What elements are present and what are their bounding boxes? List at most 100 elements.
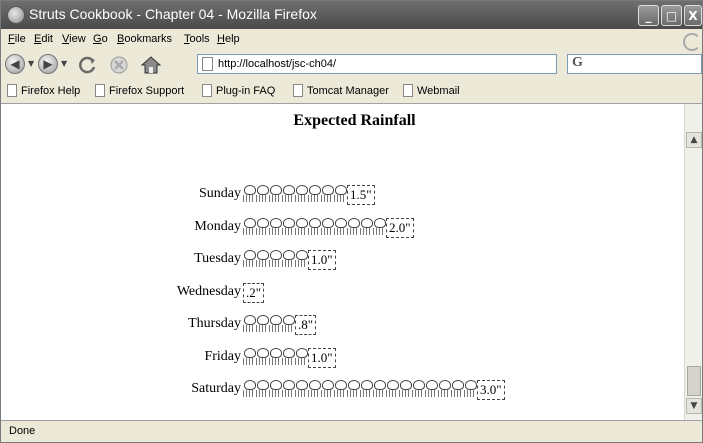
raindrop-icon xyxy=(269,184,282,204)
search-engine-icon[interactable]: G xyxy=(572,55,583,71)
navigation-toolbar: ◀ ▼ ▶ ▼ ▼ G xyxy=(1,51,702,80)
scroll-down-icon[interactable]: ▼ xyxy=(686,398,702,414)
raindrop-icon xyxy=(243,184,256,204)
raindrop-icon xyxy=(295,379,308,399)
rainfall-row: Thursday .8" xyxy=(1,314,601,336)
raindrop-icon xyxy=(373,379,386,399)
raindrop-icon xyxy=(464,379,477,399)
scroll-thumb[interactable] xyxy=(687,366,701,396)
bookmark-page-icon xyxy=(293,84,303,97)
maximize-button[interactable]: □ xyxy=(661,5,682,26)
home-icon[interactable] xyxy=(139,54,163,76)
url-input[interactable] xyxy=(218,56,528,72)
raindrop-icon xyxy=(269,347,282,367)
raindrop-icon xyxy=(282,314,295,334)
raindrop-icon xyxy=(308,379,321,399)
rainfall-row: Tuesday 1.0" xyxy=(1,249,601,271)
search-box[interactable]: G xyxy=(567,54,702,74)
raindrop-icon xyxy=(256,249,269,269)
raindrop-icon xyxy=(269,314,282,334)
rainfall-value: .8" xyxy=(295,315,317,335)
raindrop-icon xyxy=(282,347,295,367)
rainfall-bar: .2" xyxy=(243,282,265,304)
raindrop-icon xyxy=(269,379,282,399)
page-content: Expected Rainfall Sunday 1.5" Monday 2.0" Tu… xyxy=(1,104,684,420)
rainfall-bar: .8" xyxy=(243,314,317,336)
raindrop-icon xyxy=(321,217,334,237)
status-bar: Done xyxy=(1,420,702,442)
scroll-up-icon[interactable]: ▲ xyxy=(686,132,702,148)
back-dropdown-icon[interactable]: ▼ xyxy=(28,59,34,68)
menu-view[interactable]: View xyxy=(62,33,86,45)
rainfall-value: 1.0" xyxy=(308,347,336,368)
bookmark-page-icon xyxy=(95,84,105,97)
minimize-button[interactable]: _ xyxy=(638,5,659,26)
bookmark-plugin-faq[interactable]: Plug-in FAQ xyxy=(202,84,275,97)
menu-go[interactable]: Go xyxy=(93,33,108,45)
day-label: Monday xyxy=(194,218,241,234)
browser-window: Struts Cookbook - Chapter 04 - Mozilla F… xyxy=(0,0,703,443)
close-button[interactable]: X xyxy=(684,5,702,26)
vertical-scrollbar[interactable]: ▲ ▼ xyxy=(684,104,702,420)
rainfall-bar: 3.0" xyxy=(243,379,505,401)
rainfall-bar: 2.0" xyxy=(243,217,414,239)
raindrop-icon xyxy=(334,217,347,237)
menu-bookmarks[interactable]: Bookmarks xyxy=(117,33,172,45)
rainfall-row: Saturday 3.0" xyxy=(1,379,601,401)
raindrop-icon xyxy=(282,217,295,237)
raindrop-icon xyxy=(360,379,373,399)
rainfall-value: 2.0" xyxy=(386,217,414,238)
forward-arrow-icon[interactable]: ▶ xyxy=(38,54,58,74)
raindrop-icon xyxy=(321,379,334,399)
raindrop-icon xyxy=(308,217,321,237)
raindrop-icon xyxy=(295,347,308,367)
menu-tools[interactable]: Tools xyxy=(184,33,210,45)
bookmark-firefox-support[interactable]: Firefox Support xyxy=(95,84,184,97)
rainfall-value: 1.5" xyxy=(347,185,375,205)
bookmark-firefox-help[interactable]: Firefox Help xyxy=(7,84,80,97)
bookmark-page-icon xyxy=(7,84,17,97)
raindrop-icon xyxy=(243,217,256,237)
raindrop-icon xyxy=(347,217,360,237)
raindrop-icon xyxy=(386,379,399,399)
menu-file[interactable]: File xyxy=(8,33,26,45)
window-title: Struts Cookbook - Chapter 04 - Mozilla F… xyxy=(29,6,317,22)
page-title: Expected Rainfall xyxy=(293,112,416,129)
raindrop-icon xyxy=(360,217,373,237)
reload-icon[interactable] xyxy=(77,54,99,76)
raindrop-icon xyxy=(256,217,269,237)
raindrop-icon xyxy=(412,379,425,399)
raindrop-icon xyxy=(347,379,360,399)
raindrop-icon xyxy=(243,347,256,367)
bookmark-page-icon xyxy=(202,84,212,97)
stop-icon[interactable] xyxy=(109,54,129,76)
day-label: Sunday xyxy=(199,186,241,201)
day-label: Wednesday xyxy=(176,283,241,299)
rainfall-value: 3.0" xyxy=(477,380,505,400)
raindrop-icon xyxy=(425,379,438,399)
back-arrow-icon[interactable]: ◀ xyxy=(5,54,25,74)
menu-help[interactable]: Help xyxy=(217,33,240,45)
title-bar: Struts Cookbook - Chapter 04 - Mozilla F… xyxy=(1,1,702,29)
raindrop-icon xyxy=(269,217,282,237)
day-label: Saturday xyxy=(191,381,241,396)
raindrop-icon xyxy=(334,184,347,204)
rainfall-row: Sunday 1.5" xyxy=(1,184,601,206)
raindrop-icon xyxy=(438,379,451,399)
rainfall-bar: 1.0" xyxy=(243,347,336,369)
menu-edit[interactable]: Edit xyxy=(34,33,53,45)
page-icon xyxy=(202,57,213,71)
raindrop-icon xyxy=(256,314,269,334)
url-bar[interactable]: ▼ xyxy=(197,54,557,74)
day-label: Thursday xyxy=(188,316,241,331)
bookmark-webmail[interactable]: Webmail xyxy=(403,84,460,97)
bookmark-tomcat-manager[interactable]: Tomcat Manager xyxy=(293,84,389,97)
raindrop-icon xyxy=(256,184,269,204)
raindrop-icon xyxy=(295,184,308,204)
raindrop-icon xyxy=(451,379,464,399)
forward-dropdown-icon[interactable]: ▼ xyxy=(61,59,67,68)
day-label: Tuesday xyxy=(194,251,241,266)
raindrop-icon xyxy=(256,379,269,399)
raindrop-icon xyxy=(269,249,282,269)
raindrop-icon xyxy=(295,249,308,269)
